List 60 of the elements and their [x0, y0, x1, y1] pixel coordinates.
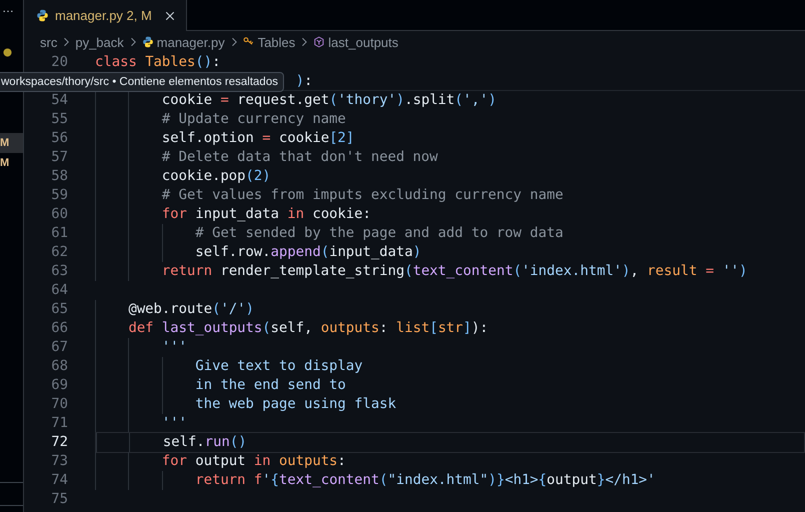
- line-number: 70: [50, 395, 69, 414]
- line-number: 56: [50, 129, 69, 148]
- code-line: # Update currency name: [162, 110, 346, 129]
- code-line: @web.route('/'): [128, 300, 254, 319]
- more-icon[interactable]: …: [2, 0, 23, 24]
- line-number: 20: [50, 53, 69, 72]
- code-line: ):: [296, 72, 312, 91]
- line-number: 72: [50, 433, 69, 452]
- code-line: # Get values from imputs excluding currency name: [162, 186, 564, 205]
- line-number: 59: [50, 186, 69, 205]
- line-number: 58: [50, 167, 69, 186]
- line-number: 73: [50, 452, 69, 471]
- breadcrumb-item[interactable]: manager.py: [156, 34, 225, 50]
- line-number: 69: [50, 376, 69, 395]
- code-line: for output in outputs:: [162, 452, 346, 471]
- code-line: self.option = cookie[2]: [162, 129, 354, 148]
- code-line: self.run(): [162, 433, 247, 452]
- file-item[interactable]: M: [0, 153, 23, 173]
- line-number: 60: [50, 205, 69, 224]
- code-line: cookie.pop(2): [162, 167, 271, 186]
- editor-tab[interactable]: manager.py 2, M: [24, 0, 187, 31]
- code-line: ''': [162, 414, 187, 433]
- file-item[interactable]: M: [0, 133, 23, 153]
- line-number: 65: [50, 300, 69, 319]
- line-number: 61: [50, 224, 69, 243]
- code-line: class Tables():: [95, 53, 220, 72]
- breadcrumb-item[interactable]: last_outputs: [328, 34, 398, 50]
- breadcrumb-item[interactable]: Tables: [258, 34, 296, 50]
- tooltip: workspaces/thory/src • Contiene elementos resaltados: [0, 72, 284, 92]
- line-number: 75: [50, 490, 69, 509]
- line-number: 63: [50, 262, 69, 281]
- line-number: 68: [50, 357, 69, 376]
- line-number: 62: [50, 243, 69, 262]
- code-line: return f'{text_content("index.html")}<h1>{output}</h1>': [195, 471, 656, 490]
- line-number: 74: [50, 471, 69, 490]
- code-line: the web page using flask: [195, 395, 396, 414]
- close-icon: [164, 10, 176, 22]
- line-number: 64: [50, 281, 69, 300]
- line-number: 67: [50, 338, 69, 357]
- code-line: Give text to display: [195, 357, 363, 376]
- code-line: self.row.append(input_data): [195, 243, 422, 262]
- code-line: # Delete data that don't need now: [162, 148, 438, 167]
- line-number: 66: [50, 319, 69, 338]
- python-icon: [142, 36, 154, 48]
- modified-dot-icon: [1, 46, 14, 59]
- breadcrumb-item[interactable]: py_back: [75, 34, 124, 50]
- code-line: # Get sended by the page and add to row data: [195, 224, 564, 243]
- code-line: in the end send to: [195, 376, 346, 395]
- code-line: def last_outputs(self, outputs: list[str]):: [128, 319, 488, 338]
- code-line: for input_data in cookie:: [162, 205, 371, 224]
- line-number: 57: [50, 148, 69, 167]
- python-icon: [36, 9, 49, 22]
- method-icon: [313, 36, 326, 48]
- line-number: 71: [50, 414, 69, 433]
- code-line: ''': [162, 338, 187, 357]
- breadcrumb-item[interactable]: src: [40, 34, 58, 50]
- code-line: return render_template_string(text_content('index.html'), result = ''): [162, 262, 748, 281]
- line-number: 55: [50, 110, 69, 129]
- code-line: cookie = request.get('thory').split(','): [162, 91, 497, 110]
- line-number: 54: [50, 91, 69, 110]
